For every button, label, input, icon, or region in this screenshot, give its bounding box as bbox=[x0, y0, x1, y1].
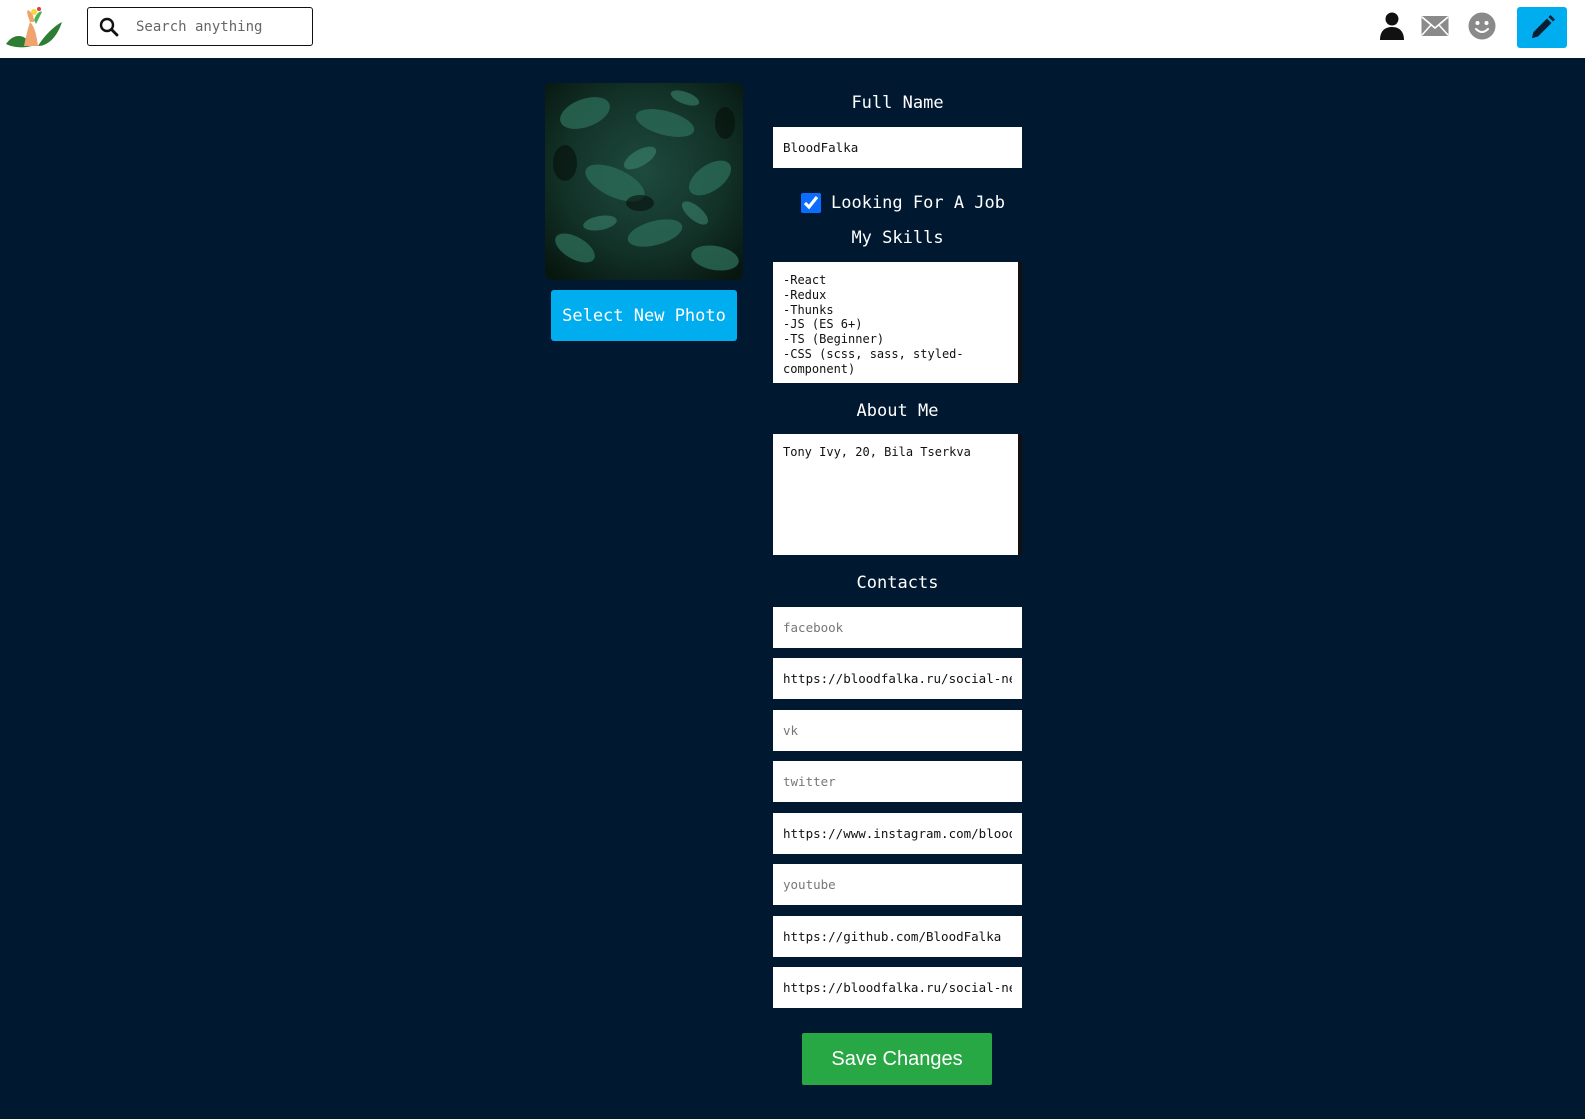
contact-instagram-input[interactable] bbox=[773, 813, 1022, 854]
messages-icon[interactable] bbox=[1420, 11, 1450, 41]
skills-label: My Skills bbox=[851, 228, 944, 248]
full-name-label: Full Name bbox=[851, 93, 944, 113]
search-box[interactable] bbox=[87, 7, 313, 46]
logo-icon[interactable] bbox=[4, 6, 64, 50]
skills-textarea[interactable]: -React -Redux -Thunks -JS (ES 6+) -TS (B… bbox=[773, 262, 1022, 383]
profile-photo bbox=[545, 83, 743, 280]
contact-github-input[interactable] bbox=[773, 916, 1022, 957]
contact-vk-input[interactable] bbox=[773, 710, 1022, 751]
about-me-textarea[interactable]: Tony Ivy, 20, Bila Tserkva bbox=[773, 434, 1022, 555]
search-icon bbox=[99, 17, 119, 37]
about-me-label: About Me bbox=[856, 401, 939, 421]
save-changes-button[interactable]: Save Changes bbox=[802, 1033, 992, 1085]
contact-mainlink-input[interactable] bbox=[773, 967, 1022, 1008]
looking-for-job-label: Looking For A Job bbox=[831, 193, 1005, 213]
contact-twitter-input[interactable] bbox=[773, 761, 1022, 802]
profile-icon[interactable] bbox=[1377, 11, 1407, 41]
contact-website-input[interactable] bbox=[773, 658, 1022, 699]
full-name-input[interactable] bbox=[773, 127, 1022, 168]
looking-for-job-checkbox[interactable] bbox=[801, 193, 821, 213]
contacts-label: Contacts bbox=[856, 573, 939, 593]
top-navbar bbox=[0, 0, 1585, 58]
looking-for-job-row[interactable]: Looking For A Job bbox=[801, 190, 1005, 216]
search-input[interactable] bbox=[136, 16, 306, 38]
contact-facebook-input[interactable] bbox=[773, 607, 1022, 648]
edit-profile-button[interactable] bbox=[1517, 7, 1567, 48]
select-new-photo-button[interactable]: Select New Photo bbox=[551, 290, 737, 341]
contact-youtube-input[interactable] bbox=[773, 864, 1022, 905]
smiley-icon[interactable] bbox=[1467, 11, 1497, 41]
pencil-icon bbox=[1532, 14, 1555, 38]
